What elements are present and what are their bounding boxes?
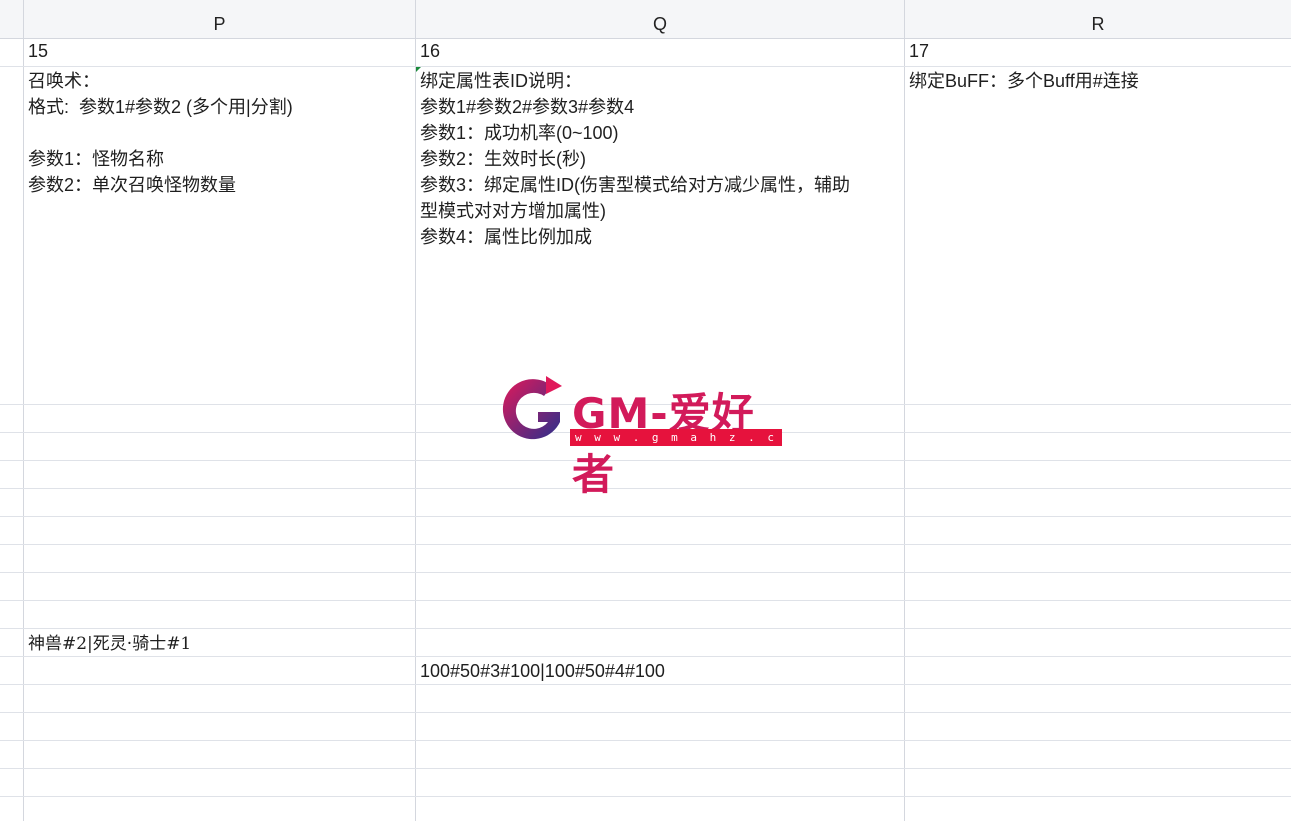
cell-q-value[interactable]: 100#50#3#100|100#50#4#100	[420, 658, 665, 684]
grid-line-v	[415, 0, 416, 821]
cell-q-description[interactable]: 绑定属性表ID说明： 参数1#参数2#参数3#参数4 参数1：成功机率(0~10…	[420, 68, 904, 250]
grid-line-h	[0, 656, 1291, 657]
grid-line-h	[0, 572, 1291, 573]
grid-line-h	[0, 628, 1291, 629]
cell-p-description[interactable]: 召唤术： 格式: 参数1#参数2 (多个用|分割) 参数1：怪物名称 参数2：单…	[28, 68, 413, 198]
grid-line-h	[0, 66, 1291, 67]
cell-p-id[interactable]: 15	[28, 38, 48, 64]
gm-logo-icon	[502, 376, 562, 440]
column-header-q[interactable]: Q	[416, 0, 904, 38]
watermark-url: w w w . g m a h z . c o m	[570, 429, 782, 461]
column-header-p[interactable]: P	[24, 0, 415, 38]
grid-line-h	[0, 768, 1291, 769]
watermark-logo: GM-爱好者 w w w . g m a h z . c o m	[500, 372, 790, 499]
cell-q-id[interactable]: 16	[420, 38, 440, 64]
grid-line-v	[23, 0, 24, 821]
grid-line-h	[0, 684, 1291, 685]
cell-r-description[interactable]: 绑定BuFF：多个Buff用#连接	[909, 68, 1289, 94]
grid-line-h	[0, 600, 1291, 601]
cell-r-id[interactable]: 17	[909, 38, 929, 64]
column-header-r[interactable]: R	[905, 0, 1291, 38]
grid-line-v	[904, 0, 905, 821]
grid-line-h	[0, 796, 1291, 797]
grid-line-h	[0, 544, 1291, 545]
grid-line-h	[0, 712, 1291, 713]
grid-line-h	[0, 740, 1291, 741]
grid-line-h	[0, 516, 1291, 517]
cell-p-value[interactable]: 神兽#2|死灵·骑士#1	[28, 631, 191, 657]
